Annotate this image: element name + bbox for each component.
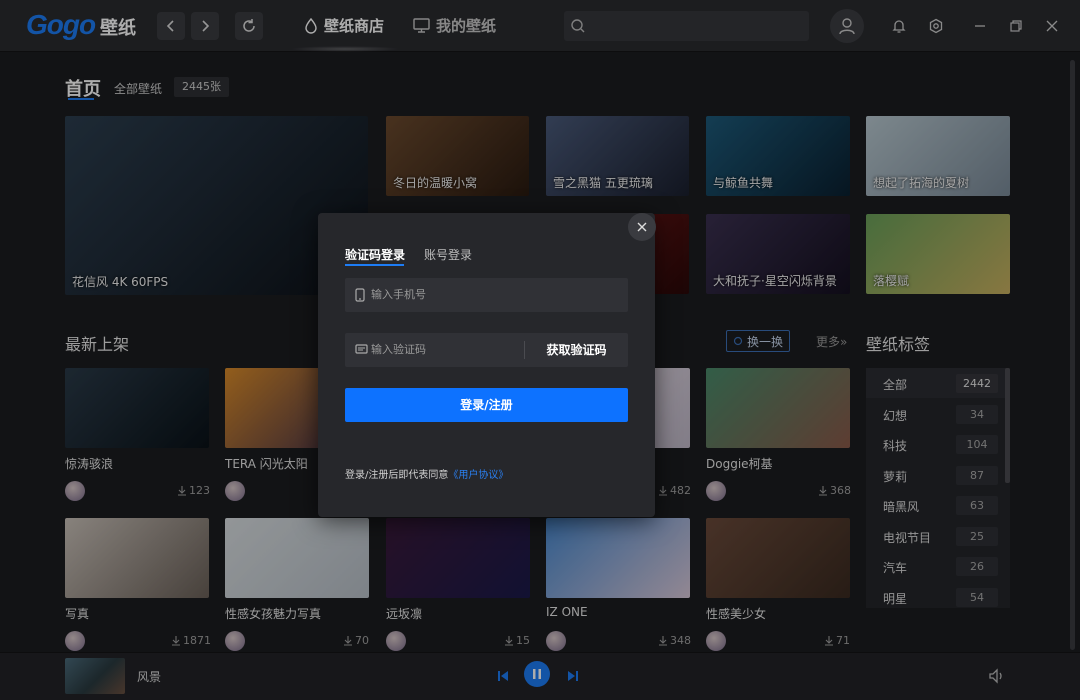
get-code-button[interactable]: 获取验证码 bbox=[524, 341, 628, 359]
phone-input[interactable] bbox=[371, 278, 541, 312]
phone-icon bbox=[355, 288, 365, 302]
close-icon bbox=[637, 222, 647, 232]
agreement-text: 登录/注册后即代表同意《用户协议》 bbox=[345, 466, 508, 481]
tab-sms-login[interactable]: 验证码登录 bbox=[345, 246, 405, 263]
close-dialog-button[interactable] bbox=[628, 213, 656, 241]
active-tab-underline bbox=[345, 264, 404, 266]
tab-account-login[interactable]: 账号登录 bbox=[424, 246, 472, 263]
code-input[interactable] bbox=[371, 333, 541, 367]
agreement-prefix: 登录/注册后即代表同意 bbox=[345, 470, 449, 481]
phone-field[interactable] bbox=[345, 278, 628, 312]
message-icon bbox=[355, 344, 368, 354]
login-register-button[interactable]: 登录/注册 bbox=[345, 388, 628, 422]
user-agreement-link[interactable]: 《用户协议》 bbox=[448, 470, 508, 481]
